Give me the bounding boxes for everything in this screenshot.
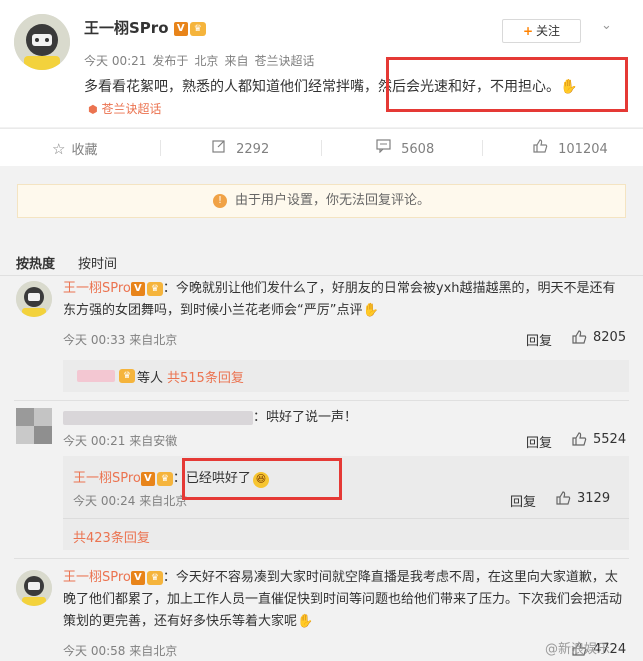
comment-like-button[interactable]: 8205 <box>572 330 626 345</box>
hands-emoji-icon: ✋ <box>297 614 314 629</box>
comment-like-button[interactable]: 5524 <box>572 432 626 447</box>
comment-text: 策划的更完善，还有好多快乐等着大家呢 <box>63 614 298 629</box>
location-pin-icon: ⬢ <box>88 103 98 116</box>
source-label: 来自 <box>224 54 249 68</box>
comment-text: ：今晚就别让他们发什么了，好朋友的日常会被yxh越描越黑的，明天不是还有 <box>162 281 616 296</box>
thumbs-up-icon <box>533 139 552 157</box>
author-avatar[interactable] <box>14 14 70 70</box>
blurred-username <box>63 410 253 425</box>
divider <box>160 140 161 156</box>
topic-link[interactable]: ⬢ 苍兰诀超话 <box>88 100 161 117</box>
chevron-down-icon[interactable]: ⌄ <box>601 18 612 33</box>
crown-icon: ♛ <box>146 570 163 585</box>
reply-button[interactable]: 回复 <box>526 432 552 451</box>
crown-icon: ♛ <box>119 369 135 383</box>
thumbs-up-icon <box>572 330 587 344</box>
repost-button[interactable]: 2292 <box>212 139 269 157</box>
comment-count: 5608 <box>401 142 435 157</box>
plus-icon: + <box>522 24 534 38</box>
sub-reply-name[interactable]: 王一栩SPro <box>73 471 141 486</box>
thumbs-up-icon <box>556 491 571 505</box>
post-meta: 今天 00:21 发布于 北京 来自 苍兰诀超话 <box>84 52 320 69</box>
divider <box>482 140 483 156</box>
favorite-button[interactable]: ☆ 收藏 <box>52 139 97 158</box>
comment-text: ：今天好不容易凑到大家时间就空降直播是我考虑不周，在这里向大家道歉，太 <box>162 570 618 585</box>
comment-time: 今天 00:33 来自北京 <box>63 333 178 347</box>
sub-reply-box: 王一栩SPro V ♛ ：已经哄好了 😆 今天 00:24 来自北京 回复 3129 共… <box>63 456 629 550</box>
thumbs-up-icon <box>572 432 587 446</box>
commenter-name[interactable]: 王一栩SPro <box>63 570 131 585</box>
avatar[interactable] <box>16 408 52 444</box>
divider <box>321 140 322 156</box>
comment-text: 东方强的女团舞吗，到时候小兰花老师会“严厉”点评 <box>63 303 363 318</box>
crown-icon: ♛ <box>146 281 163 296</box>
author-name-text[interactable]: 王一栩SPro <box>84 19 169 37</box>
comment-time: 今天 00:21 来自安徽 <box>63 434 178 448</box>
weibo-post: 王一栩SPro V ♛ 今天 00:21 发布于 北京 来自 苍兰诀超话 多看看花絮吧，熟… <box>0 0 643 127</box>
repost-count: 2292 <box>236 142 270 157</box>
divider <box>0 275 643 276</box>
commenter-name[interactable]: 王一栩SPro <box>63 281 131 296</box>
info-icon: ! <box>212 193 227 208</box>
posted-from-label: 发布于 <box>152 54 189 68</box>
divider <box>14 400 629 401</box>
reply-count-link[interactable]: 共423条回复 <box>73 527 150 546</box>
highlight-box-reply <box>182 458 342 500</box>
reply-count-link[interactable]: 共515条回复 <box>167 367 244 386</box>
action-bar: ☆ 收藏 2292 5608 101204 <box>0 128 643 166</box>
like-count: 3129 <box>577 491 611 506</box>
comment-text: ：哄好了说一声！ <box>253 410 358 425</box>
avatar[interactable] <box>16 281 52 317</box>
reply-button[interactable]: 回复 <box>510 491 536 510</box>
follow-button[interactable]: + 关注 <box>502 19 581 43</box>
sort-by-time[interactable]: 按时间 <box>78 253 117 272</box>
verified-icon: V <box>130 281 145 296</box>
repost-icon <box>212 140 230 157</box>
comment-body: ：哄好了说一声！ <box>63 407 357 429</box>
favorite-label: 收藏 <box>71 143 98 158</box>
verified-icon: V <box>140 471 155 486</box>
post-time[interactable]: 今天 00:21 <box>84 54 146 68</box>
comment-body: 王一栩SPro V ♛ ：今天好不容易凑到大家时间就空降直播是我考虑不周，在这里向大家… <box>63 567 638 633</box>
crown-icon: ♛ <box>189 21 206 36</box>
divider <box>63 518 629 519</box>
follow-label: 关注 <box>536 24 561 38</box>
post-source[interactable]: 苍兰诀超话 <box>254 54 314 68</box>
comment-time: 今天 00:58 来自北京 <box>63 644 178 658</box>
divider <box>14 558 629 559</box>
verified-icon: V <box>130 570 145 585</box>
sub-reply-time: 今天 00:24 来自北京 <box>73 494 188 508</box>
crown-icon: ♛ <box>156 471 173 486</box>
comment-text: 晚了他们都累了，加上工作人员一直催促快到时间等问题也给他们带来了压力。下次我们会… <box>63 592 623 607</box>
avatar[interactable] <box>16 570 52 606</box>
watermark: @新浪娱乐 <box>545 642 611 657</box>
like-count: 101204 <box>558 142 608 157</box>
author-name[interactable]: 王一栩SPro V ♛ <box>84 17 206 38</box>
comment-body: 王一栩SPro V ♛ ：今晚就别让他们发什么了，好朋友的日常会被yxh越描越黑的，明… <box>63 278 633 322</box>
post-location: 北京 <box>194 54 219 68</box>
reply-disabled-notice: ! 由于用户设置，你无法回复评论。 <box>17 184 626 218</box>
like-count: 5524 <box>593 432 627 447</box>
like-button[interactable]: 101204 <box>533 139 608 157</box>
comment-button[interactable]: 5608 <box>376 139 434 157</box>
sub-replies-summary[interactable]: ♛ 等人 共515条回复 <box>63 360 629 392</box>
notice-text: 由于用户设置，你无法回复评论。 <box>234 193 430 208</box>
sort-by-hot[interactable]: 按热度 <box>16 253 55 272</box>
blurred-username <box>77 370 115 382</box>
sub-suffix: 等人 <box>137 371 164 386</box>
topic-text[interactable]: 苍兰诀超话 <box>101 102 161 116</box>
comment-icon <box>376 139 395 157</box>
like-count: 8205 <box>593 330 627 345</box>
highlight-box-post <box>386 57 628 112</box>
sub-reply-like-button[interactable]: 3129 <box>556 491 610 506</box>
hands-emoji-icon: ✋ <box>362 303 379 318</box>
reply-button[interactable]: 回复 <box>526 330 552 349</box>
star-icon: ☆ <box>52 140 66 158</box>
verified-icon: V <box>173 21 188 36</box>
